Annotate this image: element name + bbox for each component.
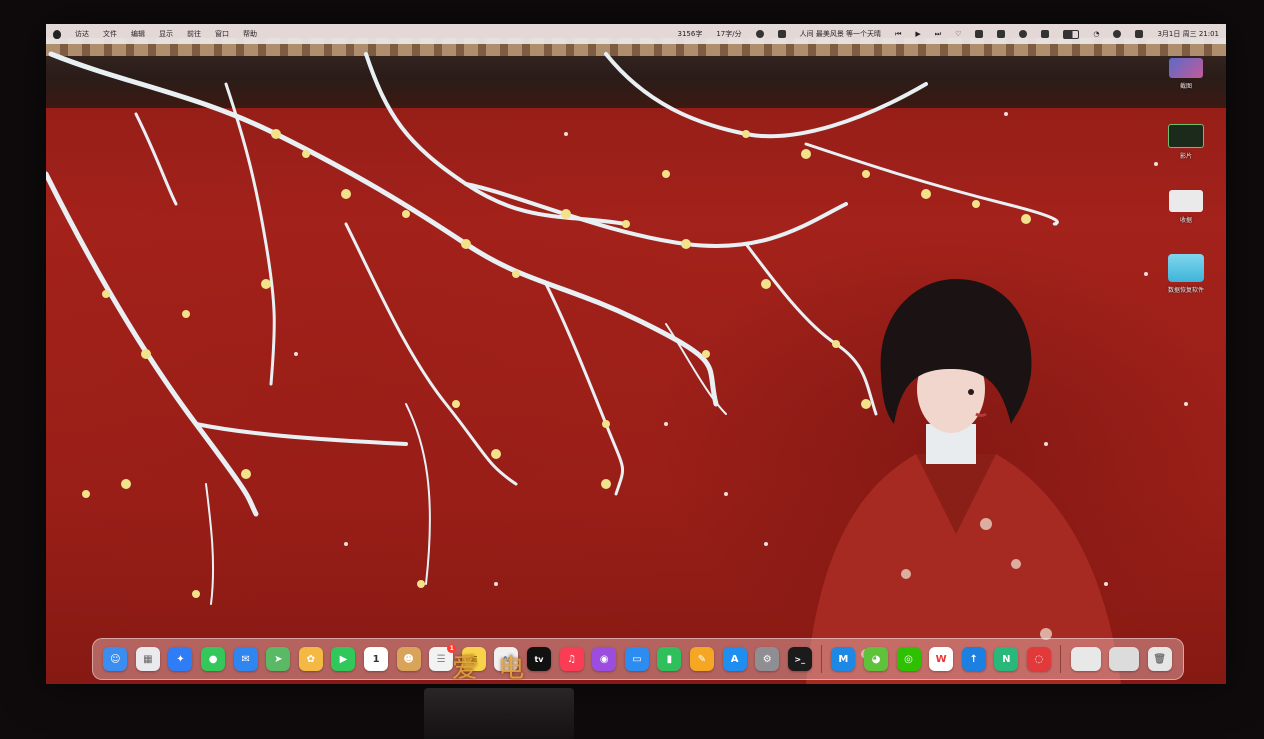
- menu-bar: 访达 文件 编辑 显示 前往 窗口 帮助 3156字 17字/分 人间 最美风景…: [46, 24, 1226, 44]
- photo-thumb-icon: [1169, 58, 1203, 78]
- wechat-status-icon[interactable]: [997, 30, 1006, 38]
- numbers-icon[interactable]: ▮: [657, 647, 682, 671]
- screen-record-icon[interactable]: [1041, 30, 1050, 38]
- n-app-icon[interactable]: N: [994, 647, 1019, 671]
- messages-icon[interactable]: ●: [201, 647, 226, 671]
- battery-icon[interactable]: [1063, 29, 1080, 39]
- calendar-icon[interactable]: 1: [364, 647, 389, 671]
- wifi-icon[interactable]: ◔: [1093, 30, 1099, 38]
- settings-icon[interactable]: ⚙: [755, 647, 780, 671]
- menu-file[interactable]: 文件: [103, 29, 117, 39]
- trash-icon[interactable]: 🗑: [1147, 647, 1172, 671]
- desktop-item-movie[interactable]: 影片: [1158, 124, 1214, 160]
- display-icon[interactable]: [975, 30, 984, 38]
- safari-icon[interactable]: ✦: [168, 647, 193, 671]
- finder-icon[interactable]: ☺: [103, 647, 128, 671]
- next-track-icon[interactable]: ⏭: [935, 30, 941, 39]
- folder-icon: [1168, 254, 1204, 282]
- terminal-icon[interactable]: >_: [787, 647, 812, 671]
- input-method-icon[interactable]: [777, 30, 786, 38]
- arrow-app-icon[interactable]: ↑: [961, 647, 986, 671]
- menu-go[interactable]: 前往: [187, 29, 201, 39]
- now-playing-title[interactable]: 人间 最美风景 等一个天晴: [800, 29, 881, 39]
- word-counter[interactable]: 3156字: [678, 29, 703, 39]
- play-icon[interactable]: ▶: [915, 30, 920, 38]
- wallpaper-woman-figure: [806, 279, 1121, 684]
- desktop-item-screenshot[interactable]: 截图: [1158, 58, 1214, 90]
- app-store-icon[interactable]: A: [722, 647, 747, 671]
- music-icon[interactable]: ♫: [559, 647, 584, 671]
- menu-finder[interactable]: 访达: [75, 29, 89, 39]
- apple-tv-icon[interactable]: tv: [527, 647, 552, 671]
- window-thumb-icon[interactable]: [1070, 647, 1101, 671]
- watermark: 爱 电: [452, 654, 531, 684]
- menu-view[interactable]: 显示: [159, 29, 173, 39]
- wps-icon[interactable]: W: [929, 647, 954, 671]
- desktop-item-receipt[interactable]: 收据: [1158, 190, 1214, 224]
- menu-bar-left: 访达 文件 编辑 显示 前往 窗口 帮助: [46, 24, 264, 44]
- xm-icon[interactable]: M: [831, 647, 856, 671]
- movie-thumb-icon: [1168, 124, 1204, 148]
- menu-help[interactable]: 帮助: [243, 29, 257, 39]
- reminders-icon[interactable]: ☰ 1: [429, 644, 457, 671]
- menu-window[interactable]: 窗口: [215, 29, 229, 39]
- facetime-icon[interactable]: ▶: [331, 647, 356, 671]
- maps-icon[interactable]: ➤: [266, 647, 291, 671]
- mail-icon[interactable]: ✉: [233, 647, 258, 671]
- projector-device: [424, 688, 574, 739]
- window-thumb-icon[interactable]: [1109, 647, 1140, 671]
- desktop-item-folder[interactable]: 数据恢复软件: [1158, 254, 1214, 294]
- dock: ☺ ▦ ✦ ● ✉ ➤ ✿ ▶ 1 ☻ ☰ 1 ≡ ∿ tv ♫ ◉ ▭ ▮ ✎ …: [92, 638, 1184, 680]
- menu-bar-right: 3156字 17字/分 人间 最美风景 等一个天晴 ⏮ ▶ ⏭ ♡ ◔ 3月1日…: [671, 24, 1226, 44]
- spotlight-icon[interactable]: [1113, 30, 1122, 38]
- apple-logo-icon[interactable]: [53, 29, 61, 39]
- dock-separator: [821, 645, 823, 673]
- contacts-icon[interactable]: ☻: [396, 647, 421, 671]
- projected-screen: 访达 文件 编辑 显示 前往 窗口 帮助 3156字 17字/分 人间 最美风景…: [46, 24, 1226, 684]
- keynote-icon[interactable]: ▭: [624, 647, 649, 671]
- microphone-icon[interactable]: [755, 30, 764, 38]
- typing-rate[interactable]: 17字/分: [716, 29, 741, 39]
- heart-icon[interactable]: ♡: [955, 30, 961, 38]
- wechat-icon[interactable]: ◎: [896, 647, 921, 671]
- podcasts-icon[interactable]: ◉: [592, 647, 617, 671]
- menu-clock[interactable]: 3月1日 周三 21:01: [1157, 29, 1219, 39]
- pages-icon[interactable]: ✎: [689, 647, 714, 671]
- previous-track-icon[interactable]: ⏮: [895, 30, 901, 39]
- bluetooth-icon[interactable]: [1019, 30, 1028, 38]
- receipt-thumb-icon: [1169, 190, 1203, 212]
- photos-icon[interactable]: ✿: [298, 647, 323, 671]
- menu-edit[interactable]: 编辑: [131, 29, 145, 39]
- green-bird-icon[interactable]: ◕: [863, 647, 888, 671]
- control-center-icon[interactable]: [1135, 30, 1144, 38]
- launchpad-icon[interactable]: ▦: [135, 647, 160, 671]
- dock-separator-2: [1060, 645, 1062, 673]
- netease-music-icon[interactable]: ◌: [1026, 647, 1051, 671]
